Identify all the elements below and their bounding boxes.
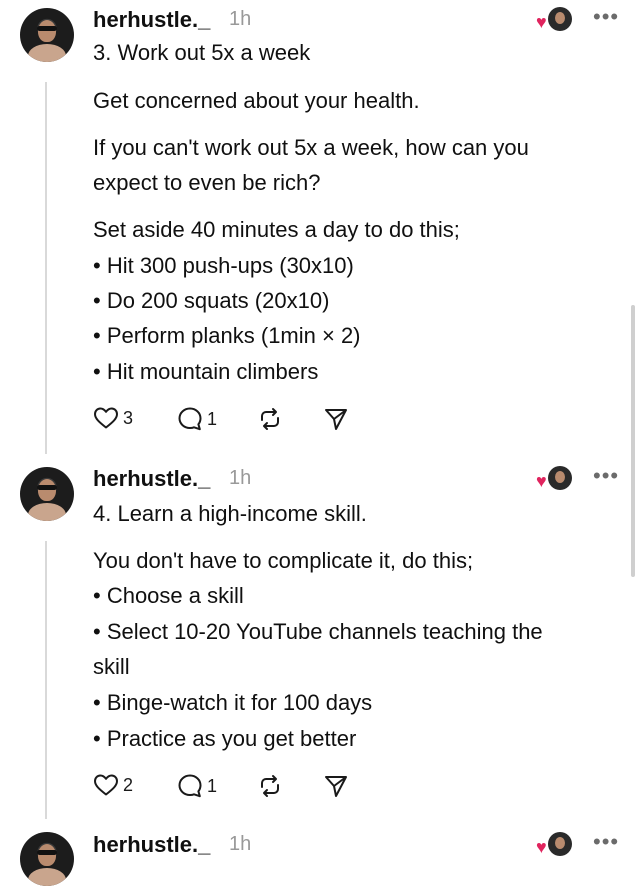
list-item: skill <box>93 654 130 679</box>
avatar-shoulders <box>28 503 66 521</box>
post-text-line: 3. Work out 5x a week <box>93 40 311 65</box>
reply-button[interactable]: 1 <box>177 773 217 799</box>
more-icon[interactable]: ••• <box>593 4 619 30</box>
list-item: • Hit 300 push-ups (30x10) <box>93 253 354 278</box>
like-button[interactable]: 3 <box>93 406 133 430</box>
avatar-face <box>38 479 56 501</box>
reply-count: 1 <box>207 775 218 796</box>
send-icon <box>325 776 347 797</box>
more-icon[interactable]: ••• <box>593 829 619 855</box>
heart-icon <box>94 774 118 796</box>
post-text-line: Get concerned about your health. <box>93 88 420 113</box>
reply-count: 1 <box>207 408 218 429</box>
liked-by-avatar: ♥ <box>536 832 574 858</box>
heart-icon <box>94 407 118 429</box>
heart-icon: ♥ <box>536 471 547 491</box>
repost-button[interactable] <box>257 406 283 432</box>
send-icon <box>325 409 347 430</box>
avatar-glasses <box>37 26 57 31</box>
timestamp: 1h <box>229 467 252 489</box>
thread-line <box>45 541 47 819</box>
mini-avatar <box>548 466 572 490</box>
heart-icon: ♥ <box>536 837 547 857</box>
post-text-line: You don't have to complicate it, do this… <box>93 548 474 573</box>
post-text-line: If you can't work out 5x a week, how can… <box>93 135 529 160</box>
username[interactable]: herhustle._ <box>93 466 210 492</box>
liked-by-avatar: ♥ <box>536 466 574 492</box>
avatar[interactable] <box>20 8 74 62</box>
list-item: • Perform planks (1min × 2) <box>93 323 361 348</box>
post-text-line: Set aside 40 minutes a day to do this; <box>93 217 460 242</box>
share-button[interactable] <box>323 773 349 799</box>
like-count: 3 <box>123 407 134 428</box>
reply-button[interactable]: 1 <box>177 406 217 432</box>
timestamp: 1h <box>229 8 252 30</box>
heart-icon: ♥ <box>536 12 547 32</box>
repost-icon <box>261 408 279 430</box>
list-item: • Binge-watch it for 100 days <box>93 690 373 715</box>
avatar[interactable] <box>20 832 74 886</box>
comment-icon <box>178 774 202 798</box>
list-item: • Choose a skill <box>93 583 244 608</box>
list-item: • Select 10-20 YouTube channels teaching… <box>93 619 543 644</box>
avatar-shoulders <box>28 868 66 886</box>
list-item: • Do 200 squats (20x10) <box>93 288 330 313</box>
liked-by-avatar: ♥ <box>536 7 574 33</box>
post-text-line: expect to even be rich? <box>93 170 321 195</box>
mini-avatar <box>548 7 572 31</box>
comment-icon <box>178 407 202 431</box>
username[interactable]: herhustle._ <box>93 7 210 33</box>
avatar-glasses <box>37 485 57 490</box>
share-button[interactable] <box>323 406 349 432</box>
list-item: • Practice as you get better <box>93 726 357 751</box>
username[interactable]: herhustle._ <box>93 832 210 858</box>
like-button[interactable]: 2 <box>93 773 133 797</box>
scrollbar[interactable] <box>631 305 635 577</box>
avatar-shoulders <box>28 44 66 62</box>
avatar[interactable] <box>20 467 74 521</box>
thread-line <box>45 82 47 454</box>
post-text-line: 4. Learn a high-income skill. <box>93 501 367 526</box>
list-item: • Hit mountain climbers <box>93 359 319 384</box>
like-count: 2 <box>123 774 134 795</box>
avatar-face <box>38 844 56 866</box>
repost-icon <box>261 775 279 797</box>
mini-avatar <box>548 832 572 856</box>
repost-button[interactable] <box>257 773 283 799</box>
more-icon[interactable]: ••• <box>593 463 619 489</box>
avatar-face <box>38 20 56 42</box>
